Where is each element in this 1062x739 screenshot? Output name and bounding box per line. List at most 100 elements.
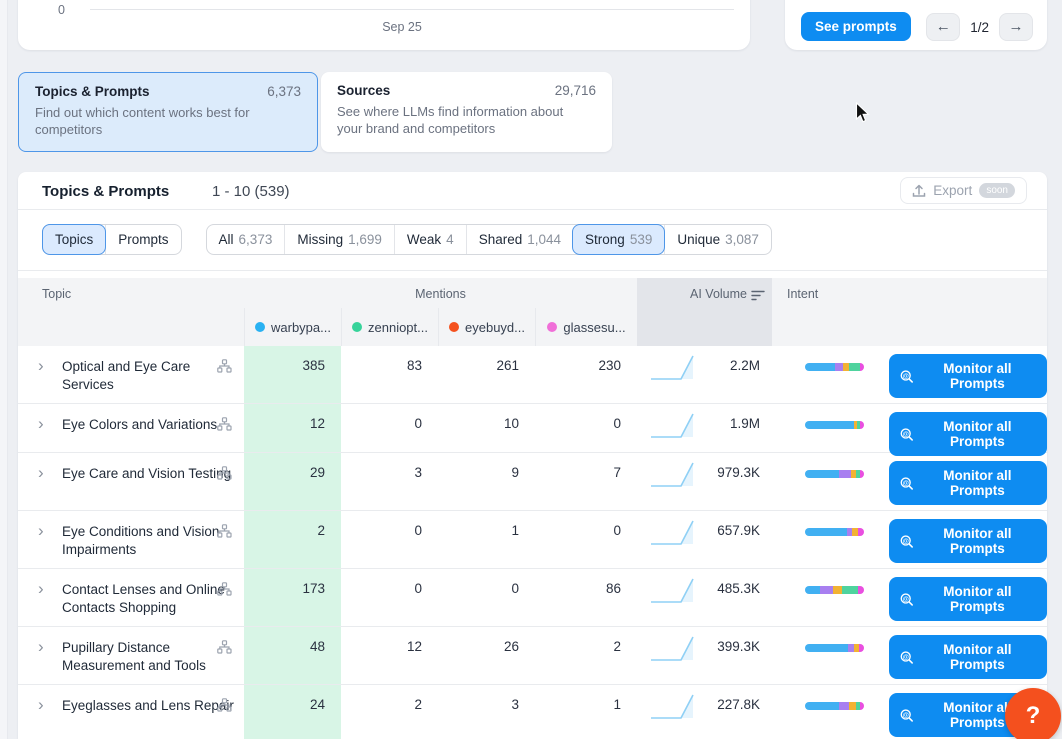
chevron-right-icon[interactable]: › [38,522,44,539]
arrow-right-icon: → [1009,18,1024,35]
col-header-mentions: Mentions [244,287,637,301]
table-header: Topic Mentions AI Volume Intent warbypa.… [18,278,1047,346]
table-row: › Optical and Eye Care Services 385 83 2… [18,346,1047,404]
col-header-ai-volume[interactable]: AI Volume [637,287,747,301]
filter-strong[interactable]: Strong539 [572,224,665,255]
monitor-all-prompts-button[interactable]: @ Monitor all Prompts [889,412,1047,456]
chevron-right-icon[interactable]: › [38,464,44,481]
topic-cell[interactable]: › Eye Care and Vision Testing [18,453,244,510]
export-button[interactable]: Export soon [900,177,1027,204]
intent-cell: @ Monitor all Prompts [772,627,1047,684]
sitemap-icon[interactable] [217,466,232,480]
prompts-panel-card: See prompts ← 1/2 → [785,0,1047,50]
monitor-all-prompts-button[interactable]: @ Monitor all Prompts [889,635,1047,679]
intent-distribution-bar [805,363,864,371]
nav-card-title: Topics & Prompts [35,84,150,99]
table-row: › Eye Colors and Variations 12 0 10 0 1.… [18,404,1047,453]
topic-cell[interactable]: › Optical and Eye Care Services [18,346,244,403]
page-edge-strip [0,0,8,739]
competitor-eyebuydirect[interactable]: eyebuyd... [438,308,535,346]
sitemap-icon[interactable] [217,640,232,654]
prev-page-button[interactable]: ← [926,13,960,41]
intent-cell: @ Monitor all Prompts [772,569,1047,626]
trend-sparkline [649,457,701,491]
sitemap-icon[interactable] [217,359,232,373]
mentions-cell-eyebuydirect: 1 [438,511,535,568]
monitor-magnifier-icon: @ [900,592,913,607]
chevron-right-icon[interactable]: › [38,580,44,597]
monitor-all-prompts-button[interactable]: @ Monitor all Prompts [889,354,1047,398]
ai-volume-cell: 1.9M [637,404,772,452]
monitor-magnifier-icon: @ [900,650,913,665]
monitor-button-label: Monitor all Prompts [921,361,1034,391]
sort-icon[interactable] [751,290,765,301]
mentions-cell-zennioptical: 0 [341,511,438,568]
svg-text:@: @ [903,372,909,379]
nav-card-description: Find out which content works best for co… [35,104,285,138]
sitemap-icon[interactable] [217,417,232,431]
filter-unique[interactable]: Unique3,087 [664,225,771,254]
sitemap-icon[interactable] [217,524,232,538]
topic-cell[interactable]: › Eye Colors and Variations [18,404,244,452]
sitemap-icon[interactable] [217,698,232,712]
chevron-right-icon[interactable]: › [38,357,44,374]
toggle-prompts[interactable]: Prompts [105,225,180,254]
chart-x-axis-label: Sep 25 [18,20,786,34]
filter-shared[interactable]: Shared1,044 [466,225,573,254]
strength-filter-group: All6,373 Missing1,699 Weak4 Shared1,044 … [206,224,772,255]
toggle-topics[interactable]: Topics [42,224,106,255]
nav-card-count: 29,716 [555,83,596,98]
competitor-zennioptical[interactable]: zenniopt... [341,308,438,346]
brand-dot [547,322,557,332]
intent-cell: @ Monitor all Prompts [772,346,1047,403]
intent-distribution-bar [805,644,864,652]
filter-weak[interactable]: Weak4 [394,225,466,254]
table-row: › Eye Conditions and Vision Impairments … [18,511,1047,569]
nav-card-topics-prompts[interactable]: Topics & Prompts 6,373 Find out which co… [18,72,318,152]
next-page-button[interactable]: → [999,13,1033,41]
topic-label: Eye Conditions and Vision Impairments [62,524,219,557]
divider [18,270,1047,271]
see-prompts-button[interactable]: See prompts [801,12,911,41]
mentions-cell-zennioptical: 2 [341,685,438,739]
view-toggle-group: Topics Prompts [42,224,182,255]
monitor-button-label: Monitor all Prompts [921,642,1034,672]
monitor-all-prompts-button[interactable]: @ Monitor all Prompts [889,577,1047,621]
filter-missing[interactable]: Missing1,699 [284,225,394,254]
pagination: ← 1/2 → [926,13,1033,41]
competitor-glassesusa[interactable]: glassesu... [535,308,637,346]
mini-chart-card: 0 Sep 25 [18,0,750,50]
svg-text:@: @ [903,595,909,602]
mentions-cell-glassesusa: 7 [535,453,637,510]
topic-cell[interactable]: › Pupillary Distance Measurement and Too… [18,627,244,684]
topic-cell[interactable]: › Eyeglasses and Lens Repair [18,685,244,739]
ai-volume-value: 657.9K [701,511,772,538]
monitor-all-prompts-button[interactable]: @ Monitor all Prompts [889,519,1047,563]
chevron-right-icon[interactable]: › [38,415,44,432]
competitor-warbyparker[interactable]: warbypa... [244,308,341,346]
trend-sparkline [649,515,701,549]
filter-all[interactable]: All6,373 [207,225,285,254]
table-row: › Contact Lenses and Online Contacts Sho… [18,569,1047,627]
ai-volume-value: 1.9M [701,404,772,431]
mentions-cell-glassesusa: 0 [535,404,637,452]
sitemap-icon[interactable] [217,582,232,596]
brand-dot [255,322,265,332]
table-row: › Eye Care and Vision Testing 29 3 9 7 9… [18,453,1047,511]
topic-cell[interactable]: › Eye Conditions and Vision Impairments [18,511,244,568]
mentions-cell-eyebuydirect: 3 [438,685,535,739]
help-button[interactable]: ? [1005,688,1061,739]
svg-text:@: @ [903,479,909,486]
monitor-all-prompts-button[interactable]: @ Monitor all Prompts [889,461,1047,505]
chevron-right-icon[interactable]: › [38,638,44,655]
chevron-right-icon[interactable]: › [38,696,44,713]
ai-volume-value: 485.3K [701,569,772,596]
export-soon-badge: soon [979,183,1015,198]
mouse-cursor [855,102,871,124]
intent-distribution-bar [805,702,864,710]
topic-cell[interactable]: › Contact Lenses and Online Contacts Sho… [18,569,244,626]
ai-volume-cell: 2.2M [637,346,772,403]
filter-row: Topics Prompts All6,373 Missing1,699 Wea… [42,224,772,255]
nav-card-sources[interactable]: Sources 29,716 See where LLMs find infor… [321,72,612,152]
svg-text:@: @ [903,537,909,544]
